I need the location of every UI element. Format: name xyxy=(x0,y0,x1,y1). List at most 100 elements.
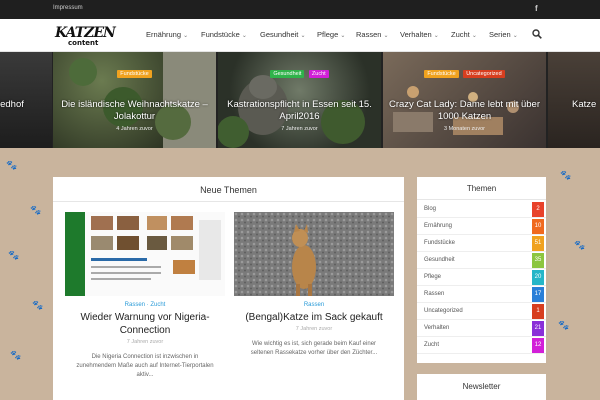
paw-icon: 🐾 xyxy=(10,350,22,360)
topic-item[interactable]: Gesundheit 35 xyxy=(417,252,546,269)
topic-list: Blog 2 Ernährung 10 Fundstücke 51 Gesundheit 35… xyxy=(417,201,546,354)
slide-kastrationspflicht[interactable]: Gesundheit Zucht Kastrationspflicht in E… xyxy=(218,52,381,148)
newsletter-widget: Newsletter xyxy=(417,374,546,400)
chevron-down-icon: ⌄ xyxy=(433,33,439,39)
topic-name[interactable]: Verhalten xyxy=(424,325,449,331)
nav-item-fundstuecke[interactable]: Fundstücke ⌄ xyxy=(201,30,247,39)
slide-badges: Fundstücke xyxy=(53,62,216,80)
nav-item-serien[interactable]: Serien ⌄ xyxy=(489,30,518,39)
topic-count-badge: 35 xyxy=(532,253,544,268)
topic-item[interactable]: Blog 2 xyxy=(417,201,546,218)
paw-icon: 🐾 xyxy=(30,205,42,215)
slide-title[interactable]: Die isländische Weihnachtskatze – Jolako… xyxy=(57,99,212,123)
article-excerpt: Die Nigeria Connection ist inzwischen in… xyxy=(76,354,214,378)
article-category[interactable]: Rassen xyxy=(234,302,394,308)
nav-item-verhalten[interactable]: Verhalten ⌄ xyxy=(400,30,439,39)
topic-item[interactable]: Uncategorized 1 xyxy=(417,303,546,320)
paw-icon: 🐾 xyxy=(6,160,18,170)
slide-time: 7 Jahren zuvor xyxy=(281,126,318,132)
article-image[interactable] xyxy=(234,212,394,296)
nav-item-ernaehrung[interactable]: Ernährung ⌄ xyxy=(146,30,188,39)
chevron-down-icon: ⌄ xyxy=(471,33,477,39)
chevron-down-icon: ⌄ xyxy=(383,33,389,39)
article-title[interactable]: Wieder Warnung vor Nigeria-Connection xyxy=(65,311,225,337)
topic-count-badge: 1 xyxy=(532,304,544,319)
nav-item-label: Gesundheit xyxy=(260,30,299,39)
nav-item-pflege[interactable]: Pflege ⌄ xyxy=(317,30,345,39)
paw-icon: 🐾 xyxy=(560,170,572,180)
topic-count-badge: 51 xyxy=(532,236,544,251)
slide-partial-left[interactable]: iedhof xyxy=(0,52,52,148)
slide-badges: Fundstücke Uncategorized xyxy=(383,62,546,80)
topic-name[interactable]: Zucht xyxy=(424,342,439,348)
topic-name[interactable]: Blog xyxy=(424,206,436,212)
article-card[interactable]: Rassen · Zucht Wieder Warnung vor Nigeri… xyxy=(65,212,225,380)
article-image[interactable] xyxy=(65,212,225,296)
chevron-down-icon: ⌄ xyxy=(183,33,189,39)
topics-widget: Themen Blog 2 Ernährung 10 Fundstücke 51 Gesun… xyxy=(417,177,546,363)
topic-name[interactable]: Gesundheit xyxy=(424,257,455,263)
chevron-down-icon: ⌄ xyxy=(512,33,518,39)
article-card[interactable]: Rassen (Bengal)Katze im Sack gekauft 7 J… xyxy=(234,212,394,358)
topic-item[interactable]: Pflege 20 xyxy=(417,269,546,286)
topic-name[interactable]: Rassen xyxy=(424,291,444,297)
top-bar: Impressum f xyxy=(0,0,600,19)
slide-title: Katze xyxy=(572,99,597,110)
topic-item[interactable]: Rassen 17 xyxy=(417,286,546,303)
facebook-icon[interactable]: f xyxy=(535,4,538,13)
topic-count-badge: 12 xyxy=(532,338,544,353)
category-badge[interactable]: Fundstücke xyxy=(424,70,459,78)
logo-text-bottom: content xyxy=(68,39,99,47)
article-time: 7 Jahren zuvor xyxy=(295,326,333,332)
paw-icon: 🐾 xyxy=(32,300,44,310)
category-badge[interactable]: Gesundheit xyxy=(270,70,305,78)
slide-time: 4 Jahren zuvor xyxy=(116,126,153,132)
slide-partial-right[interactable]: Katze xyxy=(548,52,600,148)
widget-heading: Newsletter xyxy=(462,382,501,391)
topic-name[interactable]: Uncategorized xyxy=(424,308,463,314)
nav-item-gesundheit[interactable]: Gesundheit ⌄ xyxy=(260,30,306,39)
site-logo[interactable]: KATZEN content xyxy=(55,25,116,47)
nav-item-zucht[interactable]: Zucht ⌄ xyxy=(451,30,477,39)
slide-weihnachtskatze[interactable]: Fundstücke Die isländische Weihnachtskat… xyxy=(53,52,216,148)
topic-name[interactable]: Pflege xyxy=(424,274,441,280)
nav-item-label: Serien xyxy=(489,30,511,39)
nav-item-label: Zucht xyxy=(451,30,470,39)
topic-item[interactable]: Zucht 12 xyxy=(417,337,546,354)
slide-title[interactable]: Kastrationspflicht in Essen seit 15. Apr… xyxy=(222,99,377,123)
topic-name[interactable]: Fundstücke xyxy=(424,240,455,246)
nav-item-label: Verhalten xyxy=(400,30,432,39)
article-time: 7 Jahren zuvor xyxy=(126,339,164,345)
slide-crazy-cat-lady[interactable]: Fundstücke Uncategorized Crazy Cat Lady:… xyxy=(383,52,546,148)
nav-item-label: Pflege xyxy=(317,30,339,39)
section-heading: Neue Themen xyxy=(53,177,404,202)
category-badge[interactable]: Uncategorized xyxy=(463,70,505,78)
topic-count-badge: 2 xyxy=(532,202,544,217)
slide-title[interactable]: Crazy Cat Lady: Dame lebt mit über 1000 … xyxy=(387,99,542,123)
category-badge[interactable]: Zucht xyxy=(308,70,329,78)
new-topics-section: Neue Themen Rassen · Zucht Wieder Warnun… xyxy=(53,177,404,400)
slide-title: iedhof xyxy=(0,99,24,110)
topic-count-badge: 20 xyxy=(532,270,544,285)
topic-count-badge: 21 xyxy=(532,321,544,336)
topic-count-badge: 17 xyxy=(532,287,544,302)
widget-heading: Themen xyxy=(417,177,546,200)
bengal-cat-image xyxy=(234,212,394,296)
topic-item[interactable]: Verhalten 21 xyxy=(417,320,546,337)
article-category[interactable]: Rassen · Zucht xyxy=(65,302,225,308)
category-badge[interactable]: Fundstücke xyxy=(117,70,152,78)
article-title[interactable]: (Bengal)Katze im Sack gekauft xyxy=(234,311,394,324)
nav-item-rassen[interactable]: Rassen ⌄ xyxy=(356,30,389,39)
topic-name[interactable]: Ernährung xyxy=(424,223,452,229)
topic-item[interactable]: Ernährung 10 xyxy=(417,218,546,235)
slide-time: 3 Monaten zuvor xyxy=(444,126,485,132)
topic-count-badge: 10 xyxy=(532,219,544,234)
main-navigation: KATZEN content Ernährung ⌄ Fundstücke ⌄ … xyxy=(0,19,600,52)
nav-item-label: Ernährung xyxy=(146,30,182,39)
impressum-link[interactable]: Impressum xyxy=(53,5,83,11)
search-icon[interactable] xyxy=(532,29,542,39)
nav-item-label: Fundstücke xyxy=(201,30,240,39)
nav-item-label: Rassen xyxy=(356,30,382,39)
topic-item[interactable]: Fundstücke 51 xyxy=(417,235,546,252)
website-screenshot-image xyxy=(65,212,225,296)
